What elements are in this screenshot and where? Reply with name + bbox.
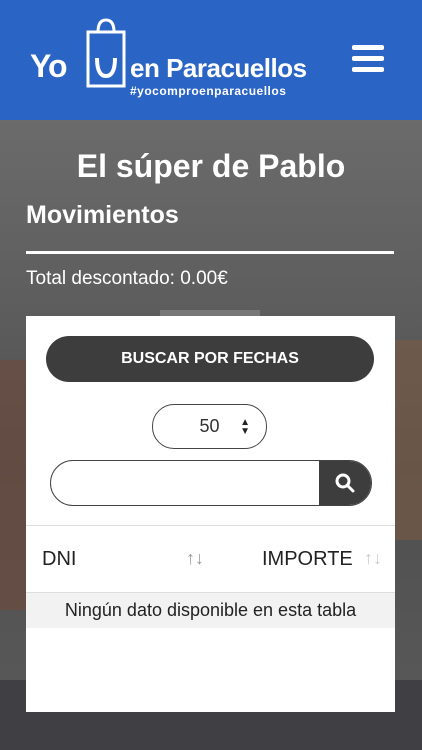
sort-icon[interactable]: ↑↓ [364,548,382,569]
search-by-dates-button[interactable]: BUSCAR POR FECHAS [46,336,374,382]
search-box [50,460,372,506]
search-input[interactable] [51,461,319,505]
movements-card: BUSCAR POR FECHAS 50 ▲ ▼ DNI ↑↓ IMPORTE ↑… [26,316,395,712]
sort-icon[interactable]: ↑↓ [186,548,204,569]
logo-hashtag: #yocomproenparacuellos [130,84,287,98]
page-title: El súper de Pablo [76,148,346,184]
page-size-value: 50 [199,416,220,436]
logo-text: en Paracuellos [130,53,307,83]
title-divider [26,251,394,254]
page-size-select[interactable]: 50 ▲ ▼ [152,404,267,449]
search-icon [335,473,355,493]
site-logo[interactable]: Yo en Paracuellos #yocomproenparacuellos [30,18,310,108]
table-empty-message: Ningún dato disponible en esta tabla [26,592,395,628]
search-button[interactable] [319,461,371,505]
site-header: Yo en Paracuellos #yocomproenparacuellos [0,0,422,120]
total-discounted: Total descontado: 0.00€ [26,268,228,289]
column-header-dni[interactable]: DNI [42,548,76,571]
column-header-importe[interactable]: IMPORTE [262,548,353,571]
shopping-bag-icon [86,18,126,88]
hamburger-icon[interactable] [352,45,384,73]
select-caret-icon: ▲ ▼ [240,417,250,437]
logo-yo-text: Yo [30,48,68,84]
section-title: Movimientos [26,201,179,229]
table-header-border [26,525,395,526]
